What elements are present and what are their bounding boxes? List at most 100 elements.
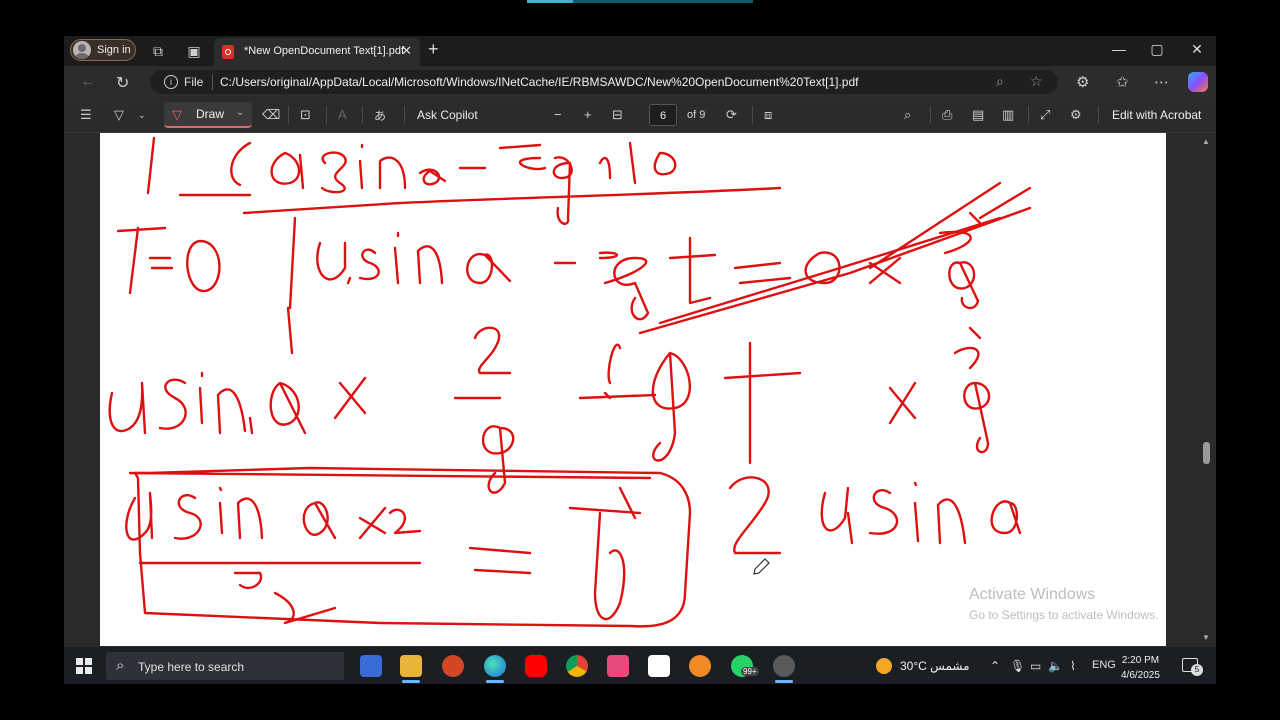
divider [930, 106, 931, 124]
rotate-icon[interactable]: ⟳ [726, 107, 737, 123]
info-icon[interactable]: i [164, 75, 178, 89]
weather-icon[interactable] [876, 658, 892, 674]
fit-page-icon[interactable]: ⊟ [612, 107, 623, 123]
edge-icon[interactable] [484, 655, 506, 683]
highlight-icon[interactable]: ▽ [114, 107, 124, 123]
close-window-button[interactable]: ✕ [1182, 41, 1212, 58]
battery-icon[interactable]: ▭ [1030, 659, 1041, 673]
tab-actions-icon[interactable]: ▣ [184, 41, 204, 61]
clock-date: 4/6/2025 [1121, 670, 1160, 681]
top-accent-bar [527, 0, 753, 3]
pdf-toolbar: ☰ ▽ ⌄ ▽ Draw ⌄ ⌫ ⊡ A あ Ask Copilot − + ⊟… [64, 98, 1216, 133]
draw-icon: ▽ [172, 107, 182, 122]
address-bar[interactable]: i File C:/Users/original/AppData/Local/M… [150, 70, 1058, 94]
sign-in-button[interactable]: Sign in [70, 39, 136, 61]
highlight-dropdown-icon[interactable]: ⌄ [138, 110, 146, 121]
copilot-icon[interactable] [1188, 72, 1208, 92]
activate-windows-watermark: Activate Windows Go to Settings to activ… [969, 586, 1158, 622]
store-icon[interactable] [360, 655, 382, 677]
chrome-icon[interactable] [566, 655, 588, 677]
windows-taskbar: ⌕ Type here to search 99+ 30°C مشمس ⌃ 🎙 … [64, 648, 1216, 684]
contents-icon[interactable]: ☰ [80, 107, 92, 123]
translate-icon[interactable]: あ [374, 107, 386, 124]
tab-pdf[interactable]: *New OpenDocument Text[1].pdf ✕ [214, 38, 420, 66]
zoom-icon[interactable]: ⌕ [996, 73, 1004, 90]
minimize-button[interactable]: — [1104, 41, 1134, 57]
divider [326, 106, 327, 124]
save-icon[interactable]: ▤ [972, 107, 984, 123]
divider [362, 106, 363, 124]
more-icon[interactable]: ⋯ [1154, 73, 1169, 91]
weather-text[interactable]: 30°C مشمس [900, 659, 970, 673]
pdf-icon [222, 45, 234, 59]
search-placeholder: Type here to search [138, 660, 245, 674]
ink-strokes [108, 136, 1032, 628]
draw-label: Draw [196, 107, 225, 121]
refresh-icon[interactable]: ↻ [116, 73, 129, 93]
scrollbar-thumb[interactable] [1203, 442, 1210, 464]
ask-copilot-button[interactable]: Ask Copilot [417, 108, 478, 122]
workspaces-icon[interactable]: ⧉ [148, 41, 168, 61]
app-icon[interactable] [607, 655, 629, 677]
divider [404, 106, 405, 124]
windows-start-icon[interactable] [76, 658, 92, 674]
watermark-subtitle: Go to Settings to activate Windows. [969, 608, 1159, 622]
draw-button[interactable]: ▽ Draw ⌄ [164, 102, 252, 128]
search-icon[interactable]: ⌕ [904, 107, 911, 123]
scroll-up-icon[interactable]: ▲ [1202, 137, 1210, 146]
favorites-icon[interactable]: ✩ [1116, 73, 1129, 91]
zoom-in-icon[interactable]: + [584, 107, 592, 122]
search-icon: ⌕ [116, 657, 125, 674]
zoom-out-icon[interactable]: − [554, 107, 562, 122]
microphone-icon[interactable]: 🎙 [1010, 659, 1025, 673]
extensions-icon[interactable]: ⚙ [1076, 73, 1089, 91]
favorite-star-icon[interactable]: ☆ [1030, 73, 1043, 90]
read-aloud-icon[interactable]: A [338, 107, 347, 122]
chevron-down-icon: ⌄ [236, 107, 245, 118]
tray-chevron-icon[interactable]: ⌃ [990, 659, 1000, 673]
divider [288, 106, 289, 124]
language-indicator[interactable]: ENG [1092, 659, 1116, 671]
maximize-button[interactable]: ▢ [1142, 41, 1172, 58]
url-text[interactable]: C:/Users/original/AppData/Local/Microsof… [220, 75, 858, 89]
powerpoint-icon[interactable] [442, 655, 464, 677]
notification-count: 5 [1191, 664, 1203, 676]
address-divider [212, 74, 213, 90]
taskbar-search[interactable]: ⌕ Type here to search [106, 652, 344, 680]
divider [1028, 106, 1029, 124]
sign-in-label: Sign in [97, 44, 131, 56]
pen-cursor-icon [753, 558, 770, 575]
tab-close-icon[interactable]: ✕ [401, 43, 412, 59]
print-icon[interactable]: ⎙ [942, 107, 952, 123]
youtube-icon[interactable] [525, 655, 547, 677]
network-icon[interactable]: ⌇ [1070, 659, 1076, 673]
scroll-down-icon[interactable]: ▼ [1202, 633, 1210, 642]
tab-title: *New OpenDocument Text[1].pdf [244, 45, 404, 57]
settings-icon[interactable]: ⚙ [1070, 107, 1082, 123]
pdf-page[interactable]: Activate Windows Go to Settings to activ… [100, 133, 1166, 646]
whatsapp-icon[interactable]: 99+ [731, 655, 759, 677]
volume-icon[interactable]: 🔈 [1048, 659, 1063, 673]
address-bar-row: ← ↻ i File C:/Users/original/AppData/Loc… [64, 66, 1216, 98]
save-as-icon[interactable]: ▥ [1002, 107, 1014, 123]
app-icon-2[interactable] [689, 655, 711, 677]
obs-icon[interactable] [773, 655, 795, 683]
page-view-icon[interactable]: ⧈ [764, 107, 772, 123]
fullscreen-icon[interactable]: ⤢ [1040, 107, 1050, 123]
text-icon[interactable]: ⊡ [300, 107, 311, 123]
browser-window: Sign in ⧉ ▣ *New OpenDocument Text[1].pd… [64, 36, 1216, 684]
back-icon[interactable]: ← [80, 73, 96, 91]
eraser-icon[interactable]: ⌫ [262, 107, 280, 123]
page-count: of 9 [687, 109, 706, 121]
watermark-title: Activate Windows [969, 586, 1096, 603]
address-prefix: File [184, 75, 204, 89]
file-explorer-icon[interactable] [400, 655, 422, 683]
new-tab-button[interactable]: + [428, 39, 439, 60]
divider [1098, 106, 1099, 124]
clock[interactable]: 2:20 PM 4/6/2025 [1121, 653, 1160, 683]
edit-with-acrobat-button[interactable]: Edit with Acrobat [1112, 108, 1201, 122]
page-number-input[interactable]: 6 [649, 104, 677, 126]
notification-icon[interactable]: 5 [1182, 658, 1203, 676]
capcut-icon[interactable] [648, 655, 670, 677]
divider [752, 106, 753, 124]
